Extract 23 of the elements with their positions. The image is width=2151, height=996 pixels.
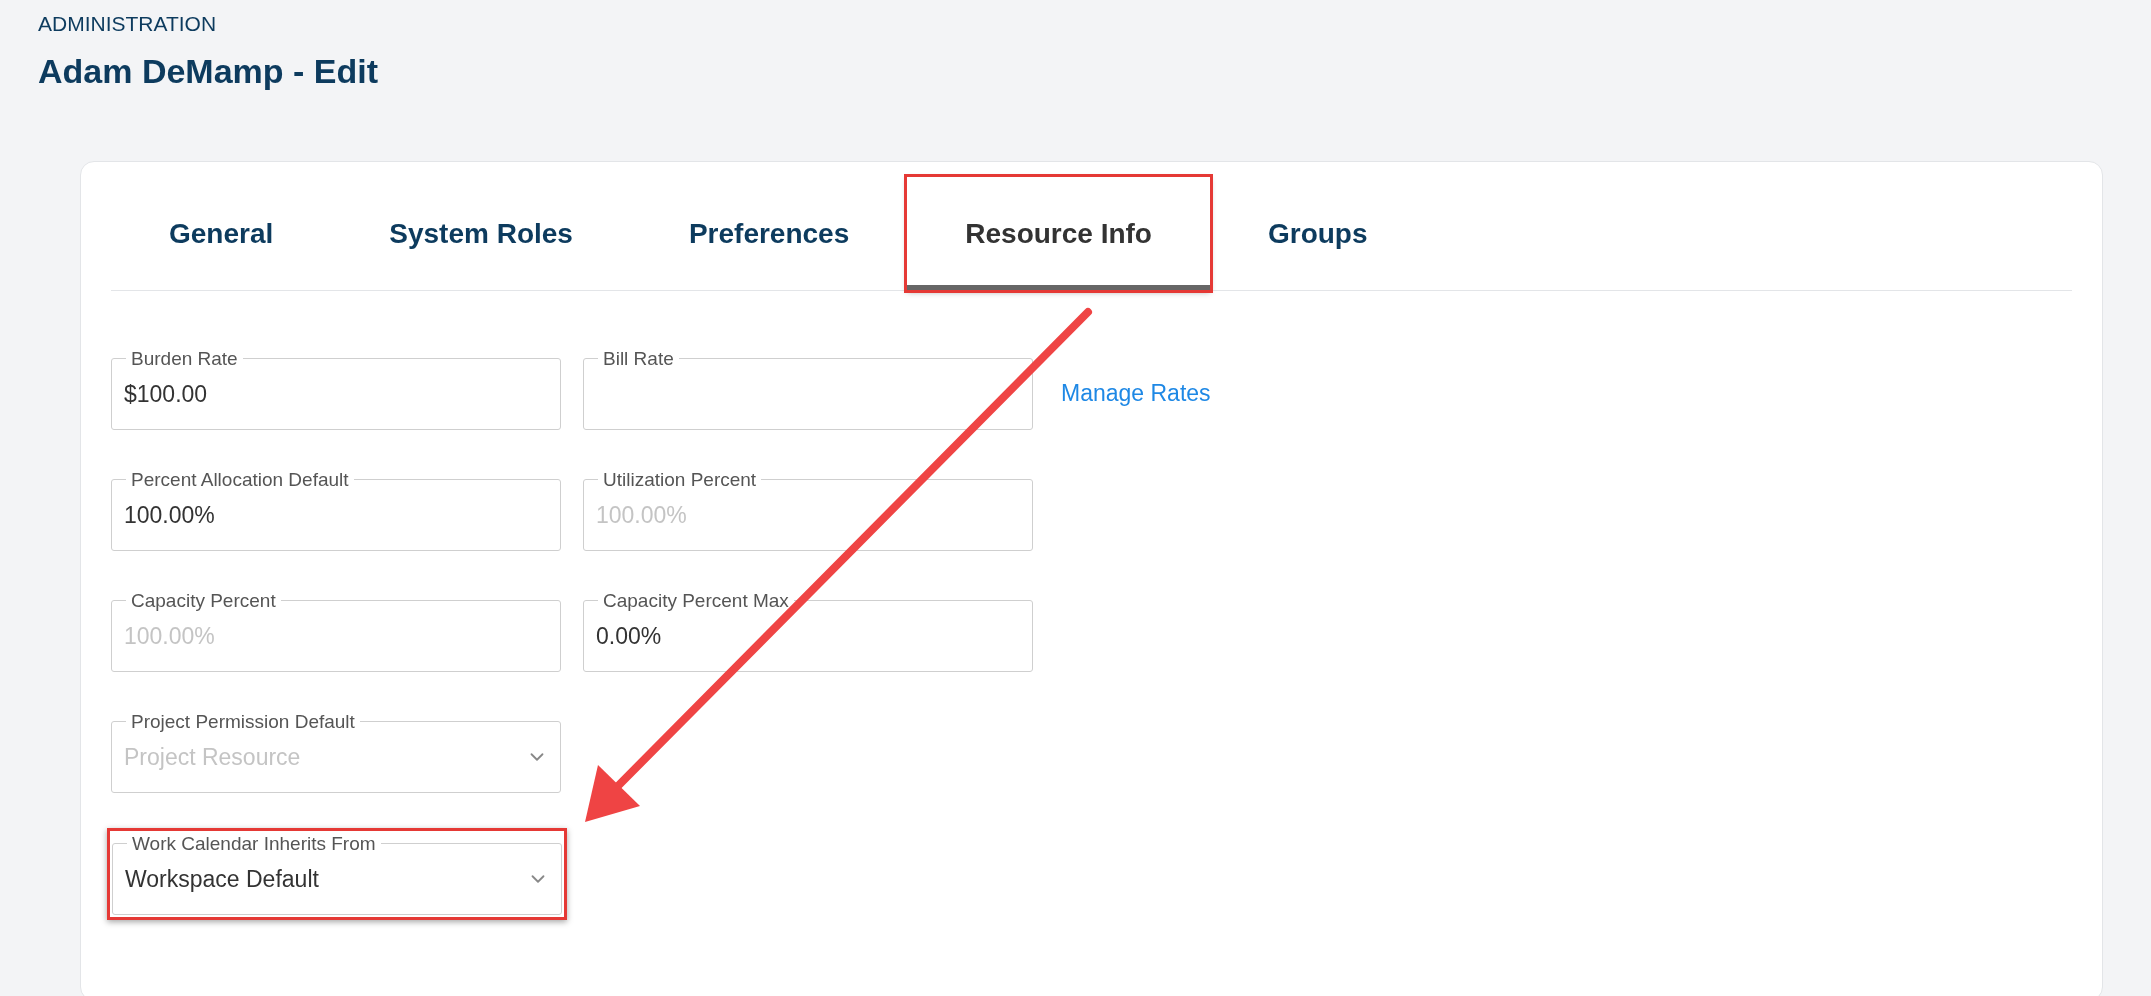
breadcrumb: ADMINISTRATION (38, 11, 218, 37)
field-value: 100.00% (124, 500, 215, 530)
field-label: Bill Rate (602, 347, 675, 370)
field-value: $100.00 (124, 379, 208, 409)
field-label: Capacity Percent Max (602, 589, 790, 612)
field-label: Burden Rate (130, 347, 239, 370)
tab[interactable]: General (111, 176, 332, 290)
field-label: Utilization Percent (602, 468, 758, 491)
tab[interactable]: Preferences (630, 176, 908, 290)
tab[interactable]: System Roles (331, 176, 631, 290)
tab[interactable]: Resource Info (907, 176, 1210, 290)
field-value: 100.00% (596, 500, 687, 530)
field-label: Percent Allocation Default (130, 468, 350, 491)
page-title: Adam DeMamp - Edit (38, 50, 380, 92)
select-value: Project Resource (124, 742, 302, 772)
tab[interactable]: Groups (1209, 176, 1426, 290)
field-value: 0.00% (596, 621, 662, 651)
field-label: Project Permission Default (130, 710, 356, 733)
field-label: Work Calendar Inherits From (131, 832, 377, 855)
manage-rates-link[interactable]: Manage Rates (1061, 376, 1211, 411)
select-value: Workspace Default (125, 864, 320, 894)
field-label: Capacity Percent (130, 589, 277, 612)
field-value: 100.00% (124, 621, 215, 651)
